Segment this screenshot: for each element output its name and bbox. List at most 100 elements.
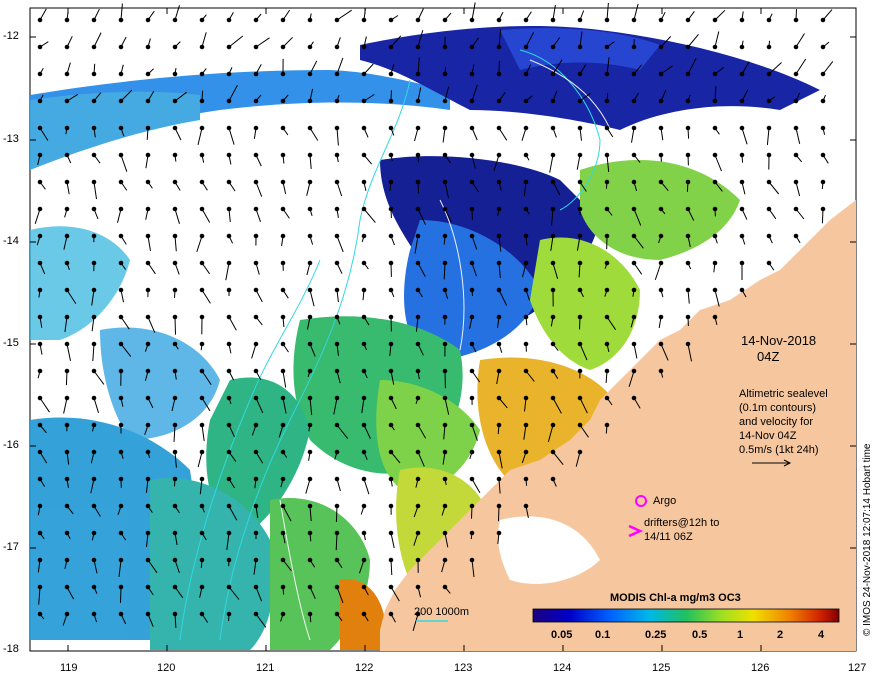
velocity-arrow-origin: [415, 44, 421, 50]
velocity-arrow-origin: [388, 17, 394, 23]
velocity-arrow-origin: [280, 179, 286, 185]
velocity-arrow-origin: [496, 206, 502, 212]
velocity-arrow-origin: [118, 368, 124, 374]
velocity-arrow-origin: [226, 584, 232, 590]
velocity-arrow-origin: [388, 530, 394, 536]
velocity-arrow-origin: [91, 314, 97, 320]
velocity-arrow-origin: [37, 476, 43, 482]
velocity-arrow-origin: [334, 368, 340, 374]
velocity-arrow-origin: [172, 530, 178, 536]
velocity-arrow-origin: [253, 584, 259, 590]
velocity-arrow-origin: [307, 152, 313, 158]
velocity-arrow-origin: [172, 422, 178, 428]
velocity-arrow-origin: [739, 206, 745, 212]
velocity-arrow-origin: [388, 611, 394, 617]
velocity-arrow-origin: [496, 233, 502, 239]
velocity-arrow-origin: [577, 287, 583, 293]
velocity-arrow-origin: [307, 233, 313, 239]
velocity-arrow-origin: [64, 422, 70, 428]
velocity-arrow-origin: [604, 260, 610, 266]
altimetry-line: 0.5m/s (1kt 24h): [739, 444, 819, 456]
velocity-arrow-origin: [280, 341, 286, 347]
velocity-arrow-origin: [118, 71, 124, 77]
velocity-arrow-origin: [388, 395, 394, 401]
velocity-arrow-origin: [307, 530, 313, 536]
velocity-arrow-origin: [334, 422, 340, 428]
velocity-arrow-origin: [577, 17, 583, 23]
velocity-arrow-origin: [388, 125, 394, 131]
velocity-arrow-origin: [334, 179, 340, 185]
colorbar-tick: 0.5: [692, 629, 708, 641]
velocity-arrow-origin: [226, 449, 232, 455]
velocity-arrow-origin: [550, 395, 556, 401]
velocity-arrow-origin: [226, 476, 232, 482]
velocity-arrow-origin: [145, 449, 151, 455]
y-tick-label: -13: [3, 133, 19, 145]
velocity-arrow-origin: [37, 260, 43, 266]
velocity-arrow-origin: [37, 314, 43, 320]
velocity-arrow-origin: [415, 17, 421, 23]
velocity-arrow-origin: [496, 179, 502, 185]
velocity-arrow-origin: [280, 422, 286, 428]
velocity-arrow-origin: [253, 557, 259, 563]
velocity-arrow-origin: [658, 314, 664, 320]
velocity-arrow-origin: [577, 449, 583, 455]
altimetry-line: (0.1m contours): [739, 402, 817, 414]
velocity-arrow-origin: [550, 476, 556, 482]
velocity-arrow-origin: [145, 476, 151, 482]
velocity-arrow-origin: [577, 179, 583, 185]
velocity-arrow-origin: [523, 476, 529, 482]
velocity-arrow-origin: [199, 179, 205, 185]
velocity-arrow-origin: [631, 179, 637, 185]
velocity-arrow-origin: [577, 206, 583, 212]
x-tick-label: 127: [848, 662, 867, 674]
velocity-arrow-origin: [307, 449, 313, 455]
velocity-arrow-origin: [604, 341, 610, 347]
map-figure: -12 -13 -14 -15 -16 -17 -18 119 120 121 …: [0, 0, 880, 680]
velocity-arrow-origin: [415, 152, 421, 158]
velocity-arrow-origin: [226, 395, 232, 401]
velocity-arrow-origin: [739, 260, 745, 266]
velocity-arrow-origin: [334, 233, 340, 239]
velocity-arrow-origin: [118, 17, 124, 23]
velocity-arrow-origin: [577, 422, 583, 428]
velocity-arrow-origin: [442, 395, 448, 401]
velocity-arrow-origin: [334, 611, 340, 617]
velocity-arrow-origin: [793, 44, 799, 50]
velocity-arrow-origin: [307, 260, 313, 266]
velocity-arrow-origin: [361, 98, 367, 104]
velocity-arrow-origin: [361, 422, 367, 428]
velocity-arrow-origin: [199, 152, 205, 158]
colorbar-tick: 0.25: [645, 629, 667, 641]
velocity-arrow-origin: [253, 530, 259, 536]
velocity-arrow-origin: [469, 503, 475, 509]
velocity-arrow-origin: [442, 287, 448, 293]
velocity-arrow-origin: [172, 341, 178, 347]
velocity-arrow-origin: [415, 260, 421, 266]
velocity-arrow-origin: [820, 98, 826, 104]
velocity-arrow-origin: [469, 476, 475, 482]
velocity-arrow-origin: [766, 71, 772, 77]
velocity-arrow-origin: [496, 17, 502, 23]
velocity-arrow-origin: [334, 530, 340, 536]
velocity-arrow-origin: [739, 233, 745, 239]
velocity-arrow-origin: [685, 125, 691, 131]
velocity-arrow-origin: [361, 314, 367, 320]
y-tick-label: -14: [3, 235, 19, 247]
velocity-arrow-origin: [550, 98, 556, 104]
velocity-arrow-origin: [361, 584, 367, 590]
velocity-arrow-origin: [739, 44, 745, 50]
velocity-arrow-origin: [550, 314, 556, 320]
velocity-arrow-origin: [631, 341, 637, 347]
velocity-arrow-origin: [37, 449, 43, 455]
velocity-arrow-origin: [712, 287, 718, 293]
velocity-arrow-origin: [226, 341, 232, 347]
velocity-arrow-origin: [37, 341, 43, 347]
velocity-arrow-origin: [118, 233, 124, 239]
velocity-arrow-origin: [91, 611, 97, 617]
velocity-arrow-origin: [631, 71, 637, 77]
velocity-arrow-origin: [199, 233, 205, 239]
velocity-arrow-origin: [631, 395, 637, 401]
velocity-arrow-origin: [226, 530, 232, 536]
velocity-arrow-origin: [442, 44, 448, 50]
